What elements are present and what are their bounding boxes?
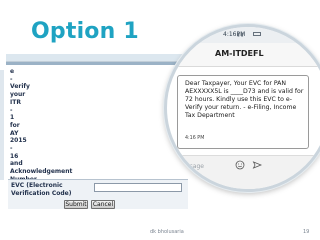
- battery-icon: [253, 32, 261, 36]
- form-line: 2015: [10, 137, 27, 145]
- form-line: 1: [10, 114, 15, 122]
- form-line: your: [10, 91, 26, 99]
- efiling-header-divider: [6, 62, 182, 65]
- phone-status-bar: 4:16PM ▮▮: [167, 27, 320, 43]
- compose-input[interactable]: message: [177, 163, 204, 170]
- cancel-button[interactable]: Cancel: [91, 200, 115, 209]
- phone-zoom-circle: 4:16PM ▮▮ AM-ITDEFL Dear Taxpayer, Your …: [164, 24, 320, 192]
- form-line: ITR: [10, 98, 21, 106]
- form-line: for: [10, 121, 20, 129]
- form-line: -: [10, 75, 13, 83]
- form-line: AY: [10, 129, 19, 137]
- slide: Option 1 e - Verify your ITR - 1 for AY …: [0, 0, 320, 240]
- form-line: Acknowledgement: [10, 168, 73, 176]
- sms-sender: AM-ITDEFL: [215, 49, 264, 58]
- compose-bar: message: [167, 155, 320, 189]
- form-line: e: [10, 68, 15, 75]
- signal-icon: ▮▮: [237, 32, 245, 38]
- form-line: Verify: [10, 83, 30, 91]
- evc-section: EVC (Electronic Verification Code) Submi…: [8, 179, 188, 209]
- background-strip: [0, 70, 4, 180]
- efiling-form-text: e - Verify your ITR - 1 for AY 2015 - 16…: [10, 68, 73, 187]
- sms-bubble: Dear Taxpayer, Your EVC for PAN AEXXXXX5…: [177, 75, 309, 149]
- page-number: 19: [303, 229, 310, 235]
- evc-label-line: Verification Code): [11, 189, 72, 197]
- sms-time: 4:16 PM: [185, 136, 205, 141]
- smiley-icon[interactable]: [235, 160, 245, 170]
- form-line: -: [10, 145, 13, 153]
- form-line: -: [10, 106, 13, 114]
- sms-message: Dear Taxpayer, Your EVC for PAN AEXXXXX5…: [185, 80, 304, 119]
- send-icon[interactable]: [252, 160, 262, 170]
- form-line: and: [10, 160, 23, 168]
- slide-title: Option 1: [31, 19, 139, 44]
- evc-label: EVC (Electronic Verification Code): [11, 182, 91, 197]
- submit-button[interactable]: Submit: [64, 200, 88, 209]
- conversation-header: AM-ITDEFL: [167, 43, 320, 67]
- form-line: 16: [10, 152, 19, 160]
- footer-author: dk bholusaria: [150, 229, 184, 235]
- evc-label-line: EVC (Electronic: [11, 182, 63, 189]
- efiling-header-bar: [6, 54, 184, 62]
